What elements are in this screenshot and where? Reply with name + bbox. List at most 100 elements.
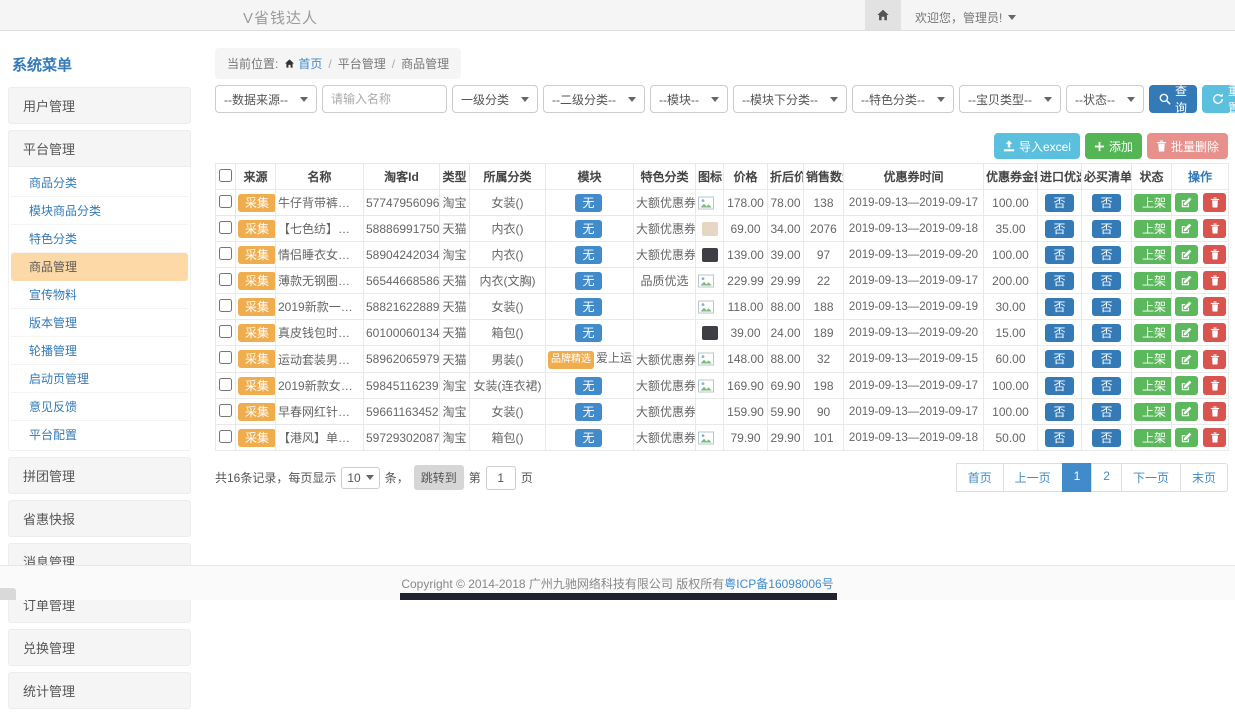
- delete-button[interactable]: [1203, 219, 1226, 238]
- filter-select[interactable]: 一级分类: [452, 85, 538, 113]
- status-button[interactable]: 上架: [1134, 272, 1172, 290]
- filter-select[interactable]: --二级分类--: [543, 85, 645, 113]
- delete-button[interactable]: [1203, 271, 1226, 290]
- row-checkbox[interactable]: [219, 378, 232, 391]
- delete-button[interactable]: [1203, 245, 1226, 264]
- filter-select[interactable]: --模块下分类--: [733, 85, 847, 113]
- must-buy-toggle[interactable]: 否: [1092, 298, 1120, 316]
- add-button[interactable]: 添加: [1085, 133, 1142, 159]
- status-button[interactable]: 上架: [1134, 298, 1172, 316]
- pager-item[interactable]: 下一页: [1121, 463, 1181, 492]
- pager-item[interactable]: 2: [1091, 463, 1122, 492]
- icp-link[interactable]: 粤ICP备16098006号: [724, 575, 833, 592]
- status-button[interactable]: 上架: [1134, 429, 1172, 447]
- filter-select-data-source[interactable]: --数据来源--: [215, 85, 317, 113]
- import-pick-toggle[interactable]: 否: [1045, 429, 1073, 447]
- sidebar-subitem[interactable]: 商品管理: [11, 253, 188, 281]
- jump-button[interactable]: 跳转到: [414, 465, 464, 490]
- delete-button[interactable]: [1203, 193, 1226, 212]
- edit-button[interactable]: [1175, 193, 1198, 212]
- pager-item[interactable]: 首页: [956, 463, 1004, 492]
- edit-button[interactable]: [1175, 402, 1198, 421]
- delete-button[interactable]: [1203, 376, 1226, 395]
- status-button[interactable]: 上架: [1134, 350, 1172, 368]
- edit-button[interactable]: [1175, 428, 1198, 447]
- must-buy-toggle[interactable]: 否: [1092, 377, 1120, 395]
- edit-button[interactable]: [1175, 245, 1198, 264]
- sidebar-group-platform[interactable]: 平台管理: [8, 130, 191, 167]
- import-pick-toggle[interactable]: 否: [1045, 298, 1073, 316]
- must-buy-toggle[interactable]: 否: [1092, 246, 1120, 264]
- row-checkbox[interactable]: [219, 273, 232, 286]
- header-home-button[interactable]: [865, 0, 901, 30]
- search-button[interactable]: 查询: [1149, 85, 1197, 113]
- import-pick-toggle[interactable]: 否: [1045, 324, 1073, 342]
- jump-page-input[interactable]: [486, 466, 516, 490]
- sidebar-subitem[interactable]: 商品分类: [11, 169, 188, 197]
- pager-item[interactable]: 上一页: [1003, 463, 1063, 492]
- import-pick-toggle[interactable]: 否: [1045, 194, 1073, 212]
- must-buy-toggle[interactable]: 否: [1092, 429, 1120, 447]
- sidebar-subitem[interactable]: 特色分类: [11, 225, 188, 253]
- filter-select[interactable]: --特色分类--: [852, 85, 954, 113]
- row-checkbox[interactable]: [219, 430, 232, 443]
- import-pick-toggle[interactable]: 否: [1045, 220, 1073, 238]
- breadcrumb-level1[interactable]: 平台管理: [338, 55, 386, 72]
- batch-delete-button[interactable]: 批量删除: [1147, 133, 1228, 159]
- page-size-select[interactable]: 10: [341, 467, 379, 489]
- must-buy-toggle[interactable]: 否: [1092, 324, 1120, 342]
- filter-select[interactable]: --模块--: [650, 85, 728, 113]
- edit-button[interactable]: [1175, 297, 1198, 316]
- status-button[interactable]: 上架: [1134, 377, 1172, 395]
- status-button[interactable]: 上架: [1134, 194, 1172, 212]
- delete-button[interactable]: [1203, 350, 1226, 369]
- edit-button[interactable]: [1175, 271, 1198, 290]
- sidebar-group-item[interactable]: 统计管理: [8, 672, 191, 709]
- must-buy-toggle[interactable]: 否: [1092, 220, 1120, 238]
- row-checkbox[interactable]: [219, 247, 232, 260]
- sidebar-group-item[interactable]: 省惠快报: [8, 500, 191, 537]
- import-excel-button[interactable]: 导入excel: [994, 133, 1080, 159]
- status-button[interactable]: 上架: [1134, 324, 1172, 342]
- status-button[interactable]: 上架: [1134, 403, 1172, 421]
- pager-item[interactable]: 1: [1062, 463, 1093, 492]
- import-pick-toggle[interactable]: 否: [1045, 272, 1073, 290]
- import-pick-toggle[interactable]: 否: [1045, 246, 1073, 264]
- sidebar-subitem[interactable]: 模块商品分类: [11, 197, 188, 225]
- select-all-checkbox[interactable]: [219, 169, 232, 182]
- pager-item[interactable]: 末页: [1180, 463, 1228, 492]
- delete-button[interactable]: [1203, 428, 1226, 447]
- edit-button[interactable]: [1175, 323, 1198, 342]
- delete-button[interactable]: [1203, 323, 1226, 342]
- import-pick-toggle[interactable]: 否: [1045, 350, 1073, 368]
- must-buy-toggle[interactable]: 否: [1092, 194, 1120, 212]
- row-checkbox[interactable]: [219, 325, 232, 338]
- import-pick-toggle[interactable]: 否: [1045, 377, 1073, 395]
- must-buy-toggle[interactable]: 否: [1092, 350, 1120, 368]
- filter-select[interactable]: --状态--: [1066, 85, 1144, 113]
- row-checkbox[interactable]: [219, 351, 232, 364]
- status-button[interactable]: 上架: [1134, 220, 1172, 238]
- row-checkbox[interactable]: [219, 221, 232, 234]
- sidebar-subitem[interactable]: 版本管理: [11, 309, 188, 337]
- sidebar-group-item[interactable]: 兑换管理: [8, 629, 191, 666]
- filter-select[interactable]: --宝贝类型--: [959, 85, 1061, 113]
- status-button[interactable]: 上架: [1134, 246, 1172, 264]
- sidebar-subitem[interactable]: 平台配置: [11, 421, 188, 448]
- sidebar-subitem[interactable]: 启动页管理: [11, 365, 188, 393]
- sidebar-subitem[interactable]: 轮播管理: [11, 337, 188, 365]
- name-search-input[interactable]: [322, 85, 447, 113]
- sidebar-group-users[interactable]: 用户管理: [8, 87, 191, 124]
- must-buy-toggle[interactable]: 否: [1092, 272, 1120, 290]
- sidebar-group-item[interactable]: 拼团管理: [8, 457, 191, 494]
- reset-button[interactable]: 重置: [1202, 85, 1235, 113]
- edit-button[interactable]: [1175, 350, 1198, 369]
- import-pick-toggle[interactable]: 否: [1045, 403, 1073, 421]
- user-menu[interactable]: 欢迎您，管理员!: [915, 9, 1016, 26]
- edit-button[interactable]: [1175, 219, 1198, 238]
- row-checkbox[interactable]: [219, 299, 232, 312]
- delete-button[interactable]: [1203, 297, 1226, 316]
- row-checkbox[interactable]: [219, 404, 232, 417]
- delete-button[interactable]: [1203, 402, 1226, 421]
- sidebar-subitem[interactable]: 意见反馈: [11, 393, 188, 421]
